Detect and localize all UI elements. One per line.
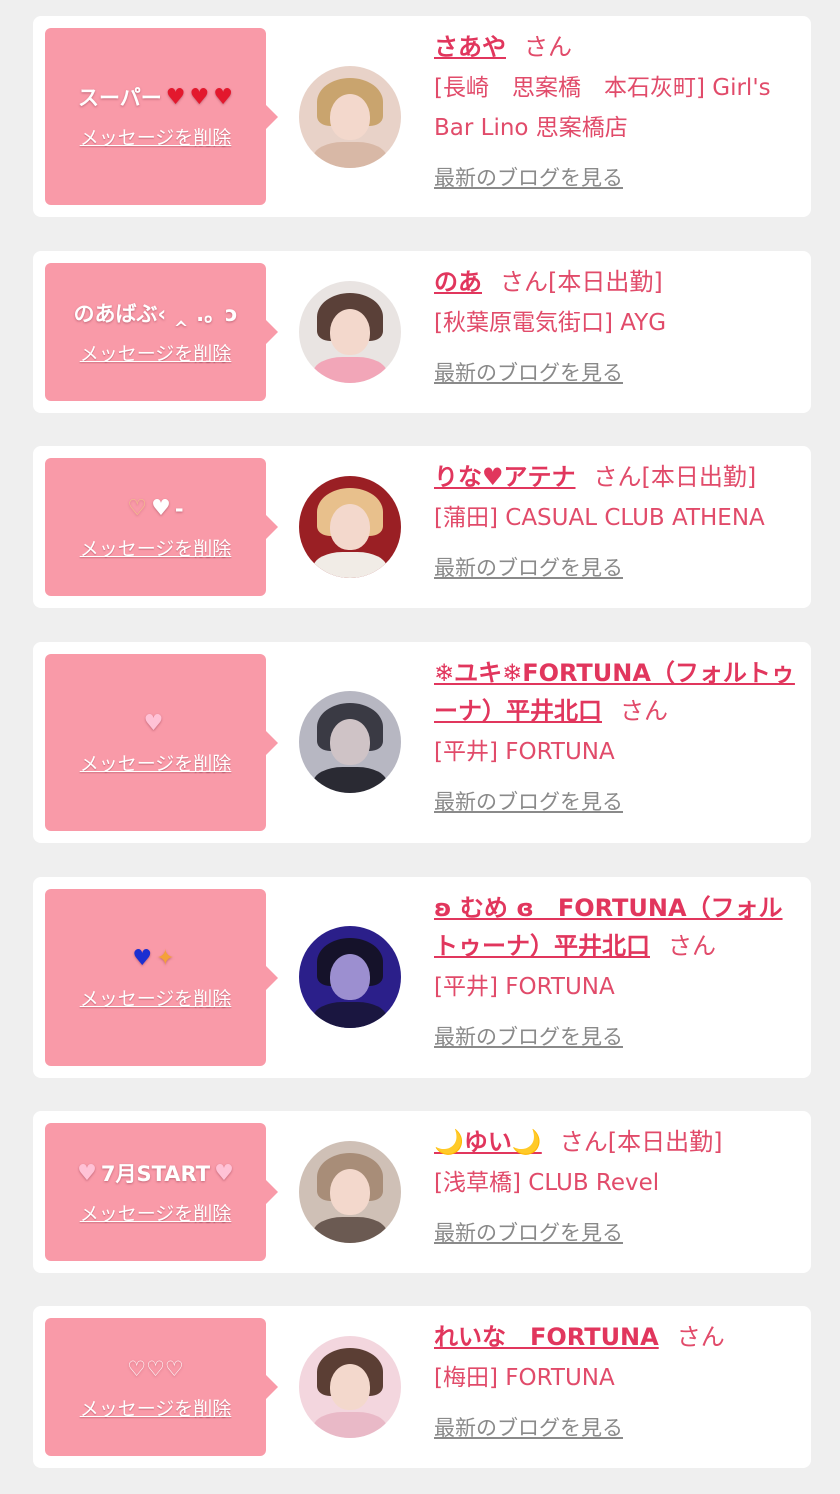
avatar[interactable] [299,691,401,793]
blue-heart-icon: ♥ [132,946,153,971]
san-label: さん [500,268,548,296]
name-link[interactable]: 🌙ゆい🌙 [434,1128,542,1156]
shop-label: [秋葉原電気街口] AYG [434,310,667,336]
message-bubble: ♥ 7月START ♥ メッセージを削除 [45,1123,278,1261]
avatar[interactable] [299,281,401,383]
sparkle-icon: ✦ [156,946,175,971]
message-label: のあばぶ‹ ‸ .。ↄ [73,301,238,326]
favorite-card: のあばぶ‹ ‸ .。ↄ メッセージを削除 のあ さん[本日出勤] [秋葉原電気街口… [33,251,811,413]
avatar[interactable] [299,1336,401,1438]
blog-link[interactable]: 最新のブログを見る [434,162,623,192]
pink-heart-icon: ♥ [143,711,164,736]
delete-message-link[interactable]: メッセージを削除 [80,339,232,366]
san-label: さん [676,1323,725,1351]
message-label: ♡♡♡ [127,1356,184,1381]
heart-icon: ♥ [189,85,210,110]
message-label: - [174,496,184,521]
favorite-card: ♥ 7月START ♥ メッセージを削除 🌙ゆい🌙 さん[本日出勤] [浅草橋] … [33,1111,811,1273]
favorite-card: ♥ ✦ メッセージを削除 ʚ むめ ɞ FORTUNA（フォルトゥーナ）平井北口… [33,877,811,1078]
message-text: ♥ 7月START ♥ [77,1159,234,1189]
shop-label: [浅草橋] CLUB Revel [434,1170,660,1196]
blog-link[interactable]: 最新のブログを見る [434,1412,623,1442]
avatar[interactable] [299,926,401,1028]
name-link[interactable]: りな♥アテナ [434,463,576,491]
san-label: さん [668,932,716,960]
message-text: スーパー ♥ ♥ ♥ [78,83,233,113]
delete-message-link[interactable]: メッセージを削除 [80,984,232,1011]
message-bubble: スーパー ♥ ♥ ♥ メッセージを削除 [45,28,278,205]
heart-icon: ♥ [165,85,186,110]
message-bubble: ♥ メッセージを削除 [45,654,278,831]
message-text: のあばぶ‹ ‸ .。ↄ [73,299,237,329]
message-text: ♡ ♥ - [127,494,183,524]
heart-icon: ♥ [213,85,233,110]
shop-label: [平井] FORTUNA [434,739,615,765]
name-link[interactable]: ʚ むめ ɞ FORTUNA（フォルトゥーナ）平井北口 [434,894,783,960]
pink-heart-icon: ♥ [214,1160,234,1186]
message-text: ♡♡♡ [127,1354,183,1384]
san-label: さん [524,33,572,61]
avatar[interactable] [299,66,401,168]
shop-label: [長崎 思案橋 本石灰町] Girl's Bar Lino 思案橋店 [434,75,771,141]
blog-link[interactable]: 最新のブログを見る [434,1021,623,1051]
name-link[interactable]: れいな FORTUNA [434,1323,659,1351]
favorite-card: ♡♡♡ メッセージを削除 れいな FORTUNA さん [梅田] FORTUNA … [33,1306,811,1468]
shop-label: [平井] FORTUNA [434,974,615,1000]
message-label: 7月START [100,1161,211,1186]
message-bubble: ♡ ♥ - メッセージを削除 [45,458,278,596]
name-link[interactable]: ❄ユキ❄FORTUNA（フォルトゥーナ）平井北口 [434,659,795,725]
pink-heart-icon: ♥ [77,1160,97,1186]
message-bubble: ♡♡♡ メッセージを削除 [45,1318,278,1456]
avatar[interactable] [299,476,401,578]
status-label: [本日出勤] [607,1128,723,1156]
san-label: さん [620,697,668,725]
status-label: [本日出勤] [548,268,663,296]
delete-message-link[interactable]: メッセージを削除 [80,749,232,776]
message-bubble: ♥ ✦ メッセージを削除 [45,889,278,1066]
blog-link[interactable]: 最新のブログを見る [434,357,623,387]
delete-message-link[interactable]: メッセージを削除 [80,534,232,561]
message-text: ♥ ✦ [132,944,178,974]
favorite-card: スーパー ♥ ♥ ♥ メッセージを削除 さあや さん [長崎 思案橋 本石灰町] … [33,16,811,217]
delete-message-link[interactable]: メッセージを削除 [80,123,232,150]
blog-link[interactable]: 最新のブログを見る [434,1217,623,1247]
blog-link[interactable]: 最新のブログを見る [434,786,623,816]
favorite-card: ♥ メッセージを削除 ❄ユキ❄FORTUNA（フォルトゥーナ）平井北口 さん [平… [33,642,811,843]
avatar[interactable] [299,1141,401,1243]
favorite-card: ♡ ♥ - メッセージを削除 りな♥アテナ さん[本日出勤] [蒲田] CASUA… [33,446,811,608]
heart-hands-icon: ♡ [127,495,148,521]
san-label: さん [593,463,642,491]
shop-label: [蒲田] CASUAL CLUB ATHENA [434,505,765,531]
shop-label: [梅田] FORTUNA [434,1365,615,1391]
message-label: スーパー [78,86,162,110]
white-heart-icon: ♥ [151,495,171,521]
name-link[interactable]: さあや [434,33,506,61]
message-text: ♥ [144,709,168,739]
name-link[interactable]: のあ [434,268,482,296]
delete-message-link[interactable]: メッセージを削除 [80,1394,232,1421]
san-label: さん [559,1128,608,1156]
blog-link[interactable]: 最新のブログを見る [434,552,623,582]
status-label: [本日出勤] [641,463,757,491]
message-bubble: のあばぶ‹ ‸ .。ↄ メッセージを削除 [45,263,278,401]
delete-message-link[interactable]: メッセージを削除 [80,1199,232,1226]
